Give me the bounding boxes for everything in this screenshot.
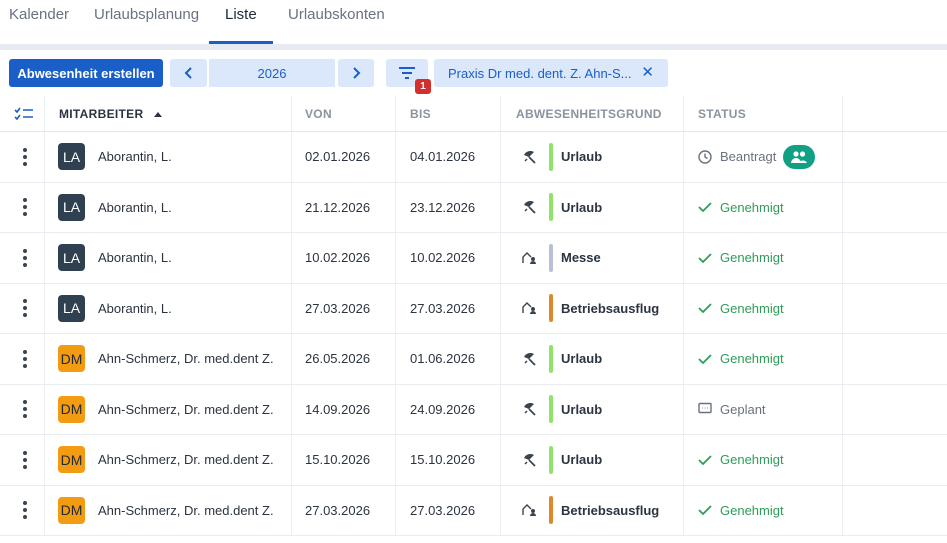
status-label: Beantragt [720, 149, 777, 165]
status: Genehmigt [698, 250, 784, 265]
status: Genehmigt [698, 351, 784, 366]
previous-year-button[interactable] [170, 59, 207, 87]
create-absence-button[interactable]: Abwesenheit erstellen [9, 59, 163, 87]
team-approval-badge[interactable] [783, 144, 815, 169]
column-header-von[interactable]: VON [305, 96, 332, 132]
check-icon [698, 455, 712, 466]
close-icon[interactable]: ✕ [641, 65, 654, 81]
table-row[interactable]: DM Ahn-Schmerz, Dr. med.dent Z. 14.09.20… [0, 384, 947, 435]
table-row[interactable]: DM Ahn-Schmerz, Dr. med.dent Z. 15.10.20… [0, 435, 947, 486]
status-label: Genehmigt [720, 452, 784, 468]
status-label: Genehmigt [720, 250, 784, 266]
status: Genehmigt [698, 200, 784, 215]
status: Genehmigt [698, 301, 784, 316]
column-header-grund[interactable]: ABWESENHEITSGRUND [516, 96, 662, 132]
status: Genehmigt [698, 452, 784, 467]
status-label: Geplant [720, 401, 766, 417]
status: Genehmigt [698, 503, 784, 518]
year-selector[interactable]: 2026 [209, 59, 335, 87]
filter-chip-label: Praxis Dr med. dent. Z. Ahn-S... [448, 65, 632, 81]
team-icon [791, 151, 807, 163]
check-icon [698, 354, 712, 365]
column-header-bis[interactable]: BIS [410, 96, 431, 132]
select-all-icon[interactable] [14, 96, 34, 132]
toolbar: Abwesenheit erstellen 2026 1 Praxis Dr m… [0, 50, 947, 96]
status-label: Genehmigt [720, 300, 784, 316]
comment-icon [698, 403, 712, 414]
table-row[interactable]: LA Aborantin, L. 21.12.2026 23.12.2026 U… [0, 182, 947, 233]
table-row[interactable]: DM Ahn-Schmerz, Dr. med.dent Z. 27.03.20… [0, 485, 947, 536]
filter-chip[interactable]: Praxis Dr med. dent. Z. Ahn-S... ✕ [434, 59, 668, 87]
tab-urlaubskonten[interactable]: Urlaubskonten [288, 6, 385, 23]
status-label: Genehmigt [720, 502, 784, 518]
filter-icon [399, 67, 415, 79]
status: Beantragt [698, 149, 776, 164]
column-header-mitarbeiter-label: MITARBEITER [59, 107, 144, 121]
absence-table: MITARBEITER VON BIS ABWESENHEITSGRUND ST… [0, 96, 947, 536]
clock-icon [698, 150, 712, 164]
column-header-mitarbeiter[interactable]: MITARBEITER [59, 96, 163, 132]
sort-ascending-icon [154, 112, 163, 117]
table-row[interactable]: LA Aborantin, L. 02.01.2026 04.01.2026 U… [0, 132, 947, 183]
tab-urlaubsplanung[interactable]: Urlaubsplanung [94, 6, 199, 23]
table-row[interactable]: DM Ahn-Schmerz, Dr. med.dent Z. 26.05.20… [0, 334, 947, 385]
filter-count-badge: 1 [415, 79, 431, 94]
tab-liste[interactable]: Liste [225, 6, 257, 23]
tab-bar: Kalender Urlaubsplanung Liste Urlaubskon… [0, 0, 947, 44]
check-icon [698, 202, 712, 213]
table-header: MITARBEITER VON BIS ABWESENHEITSGRUND ST… [0, 96, 947, 132]
check-icon [698, 253, 712, 264]
chevron-right-icon [353, 67, 361, 79]
chevron-left-icon [184, 67, 192, 79]
check-icon [698, 303, 712, 314]
status: Geplant [698, 402, 766, 417]
table-row[interactable]: LA Aborantin, L. 10.02.2026 10.02.2026 M… [0, 233, 947, 284]
next-year-button[interactable] [338, 59, 374, 87]
tab-kalender[interactable]: Kalender [9, 6, 69, 23]
column-header-status[interactable]: STATUS [698, 96, 746, 132]
status-label: Genehmigt [720, 351, 784, 367]
status-label: Genehmigt [720, 199, 784, 215]
table-row[interactable]: LA Aborantin, L. 27.03.2026 27.03.2026 B… [0, 283, 947, 334]
check-icon [698, 505, 712, 516]
